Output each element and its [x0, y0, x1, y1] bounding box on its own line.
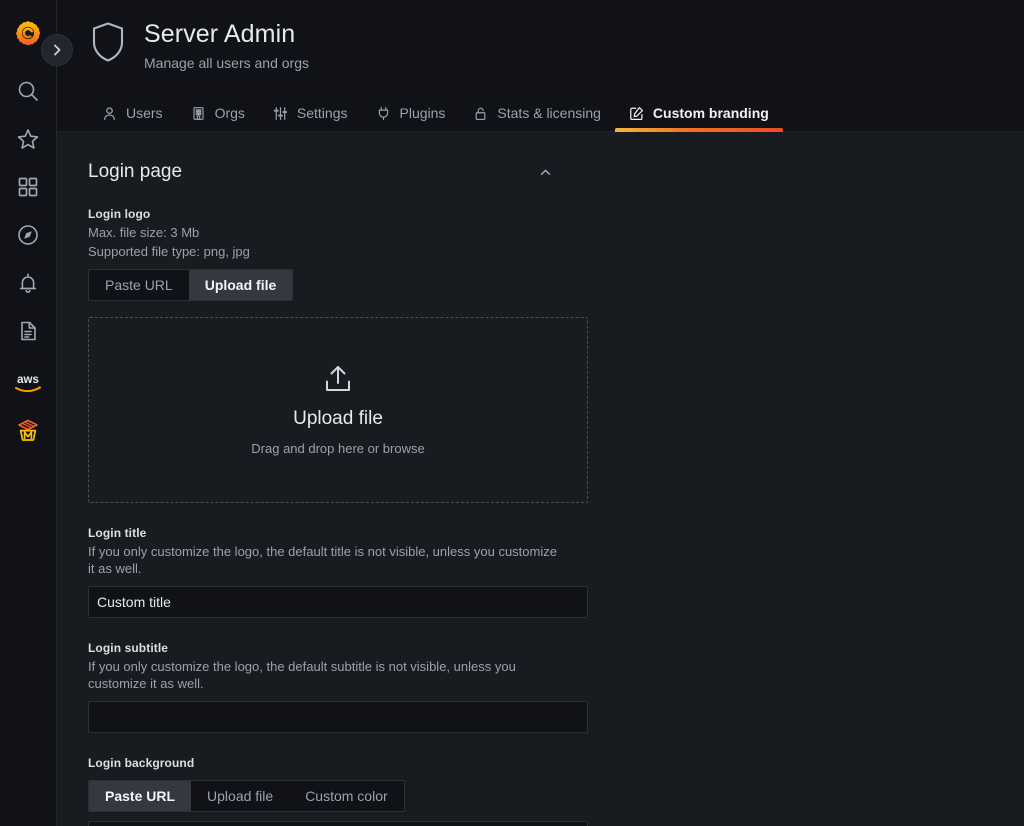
login-logo-file-types: Supported file type: png, jpg — [88, 243, 557, 260]
dashboards-grid-icon[interactable] — [8, 167, 48, 207]
field-description: If you only customize the logo, the defa… — [88, 543, 557, 577]
main-sidebar: aws — [0, 0, 57, 826]
field-label: Login background — [88, 755, 557, 771]
dropzone-hint: Drag and drop here or browse — [251, 441, 424, 456]
tab-label: Orgs — [215, 95, 245, 131]
login-logo-source-radio-group[interactable]: Paste URL Upload file — [88, 269, 293, 301]
svg-text:aws: aws — [17, 374, 39, 386]
layers-logo-icon[interactable] — [8, 411, 48, 451]
login-background-source-radio-group[interactable]: Paste URL Upload file Custom color — [88, 780, 405, 812]
field-description: If you only customize the logo, the defa… — [88, 658, 557, 692]
login-subtitle-input[interactable] — [88, 701, 588, 733]
app-root: aws — [0, 0, 1024, 826]
unlock-icon — [473, 106, 488, 121]
tab-label: Custom branding — [653, 95, 769, 131]
tab-stats-licensing[interactable]: Stats & licensing — [459, 95, 615, 131]
radio-option-upload-file[interactable]: Upload file — [189, 270, 293, 300]
page-column: Server Admin Manage all users and orgs U… — [57, 0, 1024, 826]
custom-branding-form: Login logo Max. file size: 3 Mb Supporte… — [57, 206, 588, 826]
login-logo-max-size: Max. file size: 3 Mb — [88, 224, 557, 241]
chevron-up-icon[interactable] — [539, 166, 552, 179]
login-background-input[interactable]: 98-983089.jpeg — [88, 821, 588, 826]
tab-custom-branding[interactable]: Custom branding — [615, 95, 783, 131]
page-header: Server Admin Manage all users and orgs U… — [57, 0, 1024, 131]
field-label: Login subtitle — [88, 640, 557, 656]
tab-users[interactable]: Users — [88, 95, 177, 131]
tab-plugins[interactable]: Plugins — [362, 95, 460, 131]
content-panel: Login page Login logo Max. file size: 3 … — [57, 131, 1024, 826]
shield-icon — [88, 19, 128, 65]
user-icon — [102, 106, 117, 121]
page-title: Server Admin — [144, 19, 309, 49]
page-header-row: Server Admin Manage all users and orgs — [57, 17, 1024, 73]
radio-option-upload-file[interactable]: Upload file — [191, 781, 289, 811]
expand-sidebar-button[interactable] — [41, 34, 73, 66]
radio-option-paste-url[interactable]: Paste URL — [89, 781, 191, 811]
radio-option-paste-url[interactable]: Paste URL — [89, 270, 189, 300]
plug-icon — [376, 106, 391, 121]
radio-option-custom-color[interactable]: Custom color — [289, 781, 403, 811]
aws-logo-icon[interactable]: aws — [8, 363, 48, 403]
tab-label: Settings — [297, 95, 348, 131]
admin-tabbar: Users Orgs — [57, 95, 1024, 131]
document-icon[interactable] — [8, 311, 48, 351]
file-dropzone[interactable]: Upload file Drag and drop here or browse — [88, 317, 588, 503]
sliders-icon — [273, 106, 288, 121]
field-login-background: Login background Paste URL Upload file C… — [88, 755, 557, 826]
upload-icon — [321, 364, 355, 401]
page-subtitle: Manage all users and orgs — [144, 53, 309, 73]
page-header-text: Server Admin Manage all users and orgs — [144, 17, 309, 73]
field-login-logo: Login logo Max. file size: 3 Mb Supporte… — [88, 206, 557, 503]
tab-orgs[interactable]: Orgs — [177, 95, 259, 131]
tab-label: Stats & licensing — [497, 95, 601, 131]
login-page-section-header[interactable]: Login page — [57, 132, 583, 184]
dropzone-title: Upload file — [293, 407, 383, 431]
explore-compass-icon[interactable] — [8, 215, 48, 255]
login-title-input[interactable]: Custom title — [88, 586, 588, 618]
alerting-bell-icon[interactable] — [8, 263, 48, 303]
tab-settings[interactable]: Settings — [259, 95, 362, 131]
field-label: Login title — [88, 525, 557, 541]
tab-label: Plugins — [400, 95, 446, 131]
pencil-square-icon — [629, 106, 644, 121]
building-icon — [191, 106, 206, 121]
field-login-subtitle: Login subtitle If you only customize the… — [88, 640, 557, 733]
section-title: Login page — [88, 160, 182, 184]
field-label: Login logo — [88, 206, 557, 222]
star-icon[interactable] — [8, 119, 48, 159]
field-login-title: Login title If you only customize the lo… — [88, 525, 557, 618]
tab-label: Users — [126, 95, 163, 131]
search-icon[interactable] — [8, 71, 48, 111]
